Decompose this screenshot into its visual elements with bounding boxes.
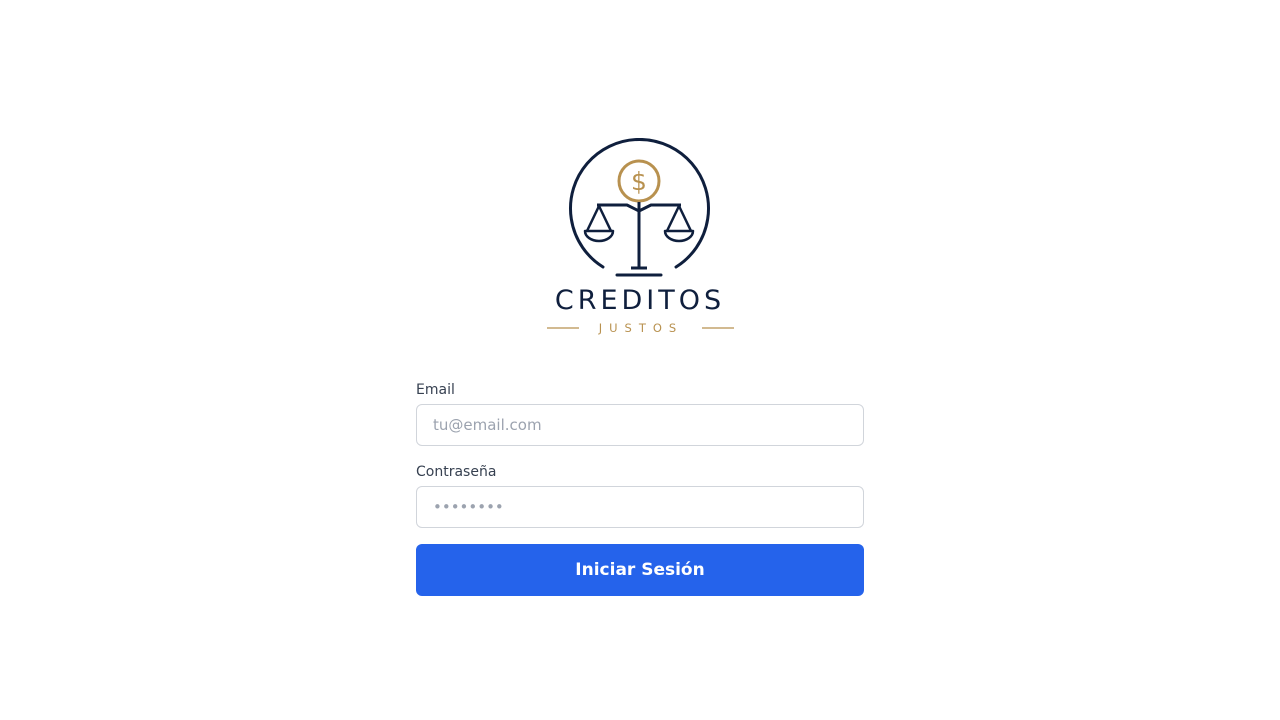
coin-symbol: $ xyxy=(631,167,647,196)
login-page: $ CREDITOS JUSTOS Email tu@email.com Con… xyxy=(0,0,1280,720)
brand-logo: $ CREDITOS JUSTOS xyxy=(540,138,740,338)
email-field-group: Email xyxy=(416,380,864,446)
email-label: Email xyxy=(416,382,455,398)
login-button[interactable]: Iniciar Sesión xyxy=(416,544,864,596)
brand-name: CREDITOS xyxy=(555,285,725,316)
password-input[interactable] xyxy=(416,486,864,528)
email-input[interactable] xyxy=(416,404,864,446)
password-field-group: Contraseña xyxy=(416,462,864,528)
brand-tagline: JUSTOS xyxy=(598,321,684,335)
login-form: Email Contraseña Iniciar Sesión xyxy=(416,380,864,596)
password-label: Contraseña xyxy=(416,464,497,480)
scales-of-justice-logo-icon: $ CREDITOS JUSTOS xyxy=(547,138,734,335)
